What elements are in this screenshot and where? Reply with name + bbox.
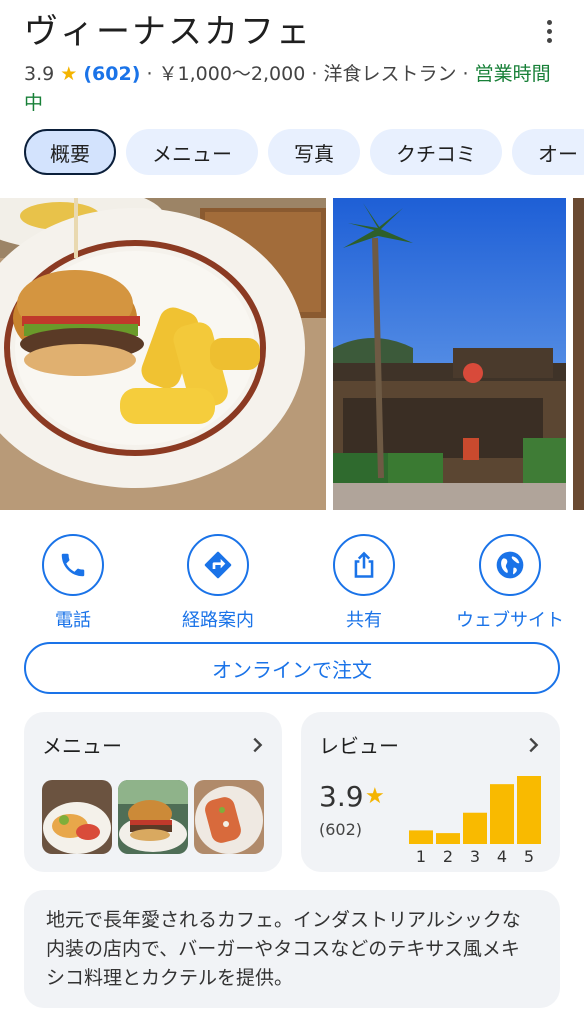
tab-reviews[interactable]: クチコミ — [370, 129, 502, 175]
share-icon — [354, 551, 374, 578]
place-description: 地元で長年愛されるカフェ。インダストリアルシックな内装の店内で、バーガーやタコス… — [24, 890, 560, 1008]
rating-bar-4 — [490, 784, 514, 844]
menu-thumbnail[interactable] — [118, 780, 188, 854]
directions-action[interactable]: 経路案内 — [153, 534, 283, 632]
call-label: 電話 — [55, 610, 91, 631]
website-label: ウェブサイト — [456, 610, 564, 631]
website-action[interactable]: ウェブサイト — [445, 534, 575, 632]
share-action[interactable]: 共有 — [299, 534, 429, 632]
directions-button[interactable] — [187, 534, 249, 596]
tab-photos[interactable]: 写真 — [268, 129, 360, 175]
tab-menu[interactable]: メニュー — [126, 129, 258, 175]
menu-card[interactable]: メニュー — [24, 712, 282, 872]
separator: · — [146, 63, 153, 85]
share-button[interactable] — [333, 534, 395, 596]
directions-label: 経路案内 — [182, 610, 254, 631]
chevron-right-icon — [529, 737, 539, 753]
rating-bar-3 — [463, 812, 487, 844]
directions-icon — [204, 551, 232, 579]
tab-about[interactable]: オー — [512, 129, 584, 175]
rating-distribution-chart: 12345 — [409, 776, 541, 866]
rating-bar-1 — [409, 830, 433, 844]
more-dot-icon — [546, 28, 552, 34]
place-meta: 3.9 ★ (602) · ￥1,000〜2,000 · 洋食レストラン · 営… — [24, 60, 554, 118]
separator: · — [311, 63, 318, 85]
rating-bar-label: 3 — [470, 847, 480, 866]
review-card-title: レビュー — [319, 734, 399, 758]
website-button[interactable] — [479, 534, 541, 596]
more-dot-icon — [546, 37, 552, 43]
chevron-right-icon — [253, 737, 263, 753]
action-row: 電話 経路案内 共有 ウェブサイト — [0, 534, 584, 632]
review-rating: 3.9 — [319, 780, 364, 813]
call-action[interactable]: 電話 — [8, 534, 138, 632]
price-range: ￥1,000〜2,000 — [158, 63, 306, 85]
review-count-link[interactable]: (602) — [83, 63, 140, 85]
order-online-button[interactable]: オンラインで注文 — [24, 642, 560, 694]
tab-overview[interactable]: 概要 — [24, 129, 116, 175]
more-options-button[interactable] — [534, 16, 564, 46]
rating-bar-label: 2 — [443, 847, 453, 866]
menu-thumbnail[interactable] — [42, 780, 112, 854]
globe-icon — [496, 551, 524, 579]
star-icon: ★ — [365, 784, 385, 809]
tab-bar: 概要 メニュー 写真 クチコミ オー — [24, 129, 584, 177]
menu-card-title: メニュー — [42, 734, 122, 758]
star-icon: ★ — [60, 63, 78, 85]
separator: · — [462, 63, 469, 85]
rating-bar-label: 5 — [524, 847, 534, 866]
rating-bar-label: 1 — [416, 847, 426, 866]
phone-button[interactable] — [42, 534, 104, 596]
rating-value: 3.9 — [24, 63, 55, 85]
more-dot-icon — [546, 19, 552, 25]
rating-bar-label: 4 — [497, 847, 507, 866]
photo-strip — [0, 198, 584, 510]
review-count: (602) — [319, 820, 363, 839]
storefront-photo[interactable] — [333, 198, 566, 510]
rating-bar-5 — [517, 776, 541, 844]
burger-photo[interactable] — [0, 198, 326, 510]
review-card[interactable]: レビュー 3.9 ★ (602) 12345 — [301, 712, 560, 872]
phone-icon — [61, 553, 85, 577]
category: 洋食レストラン — [323, 63, 457, 85]
next-photo[interactable] — [573, 198, 584, 510]
menu-thumbnail[interactable] — [194, 780, 264, 854]
place-title: ヴィーナスカフェ — [24, 12, 312, 52]
share-label: 共有 — [346, 610, 382, 631]
rating-bar-2 — [436, 833, 460, 844]
